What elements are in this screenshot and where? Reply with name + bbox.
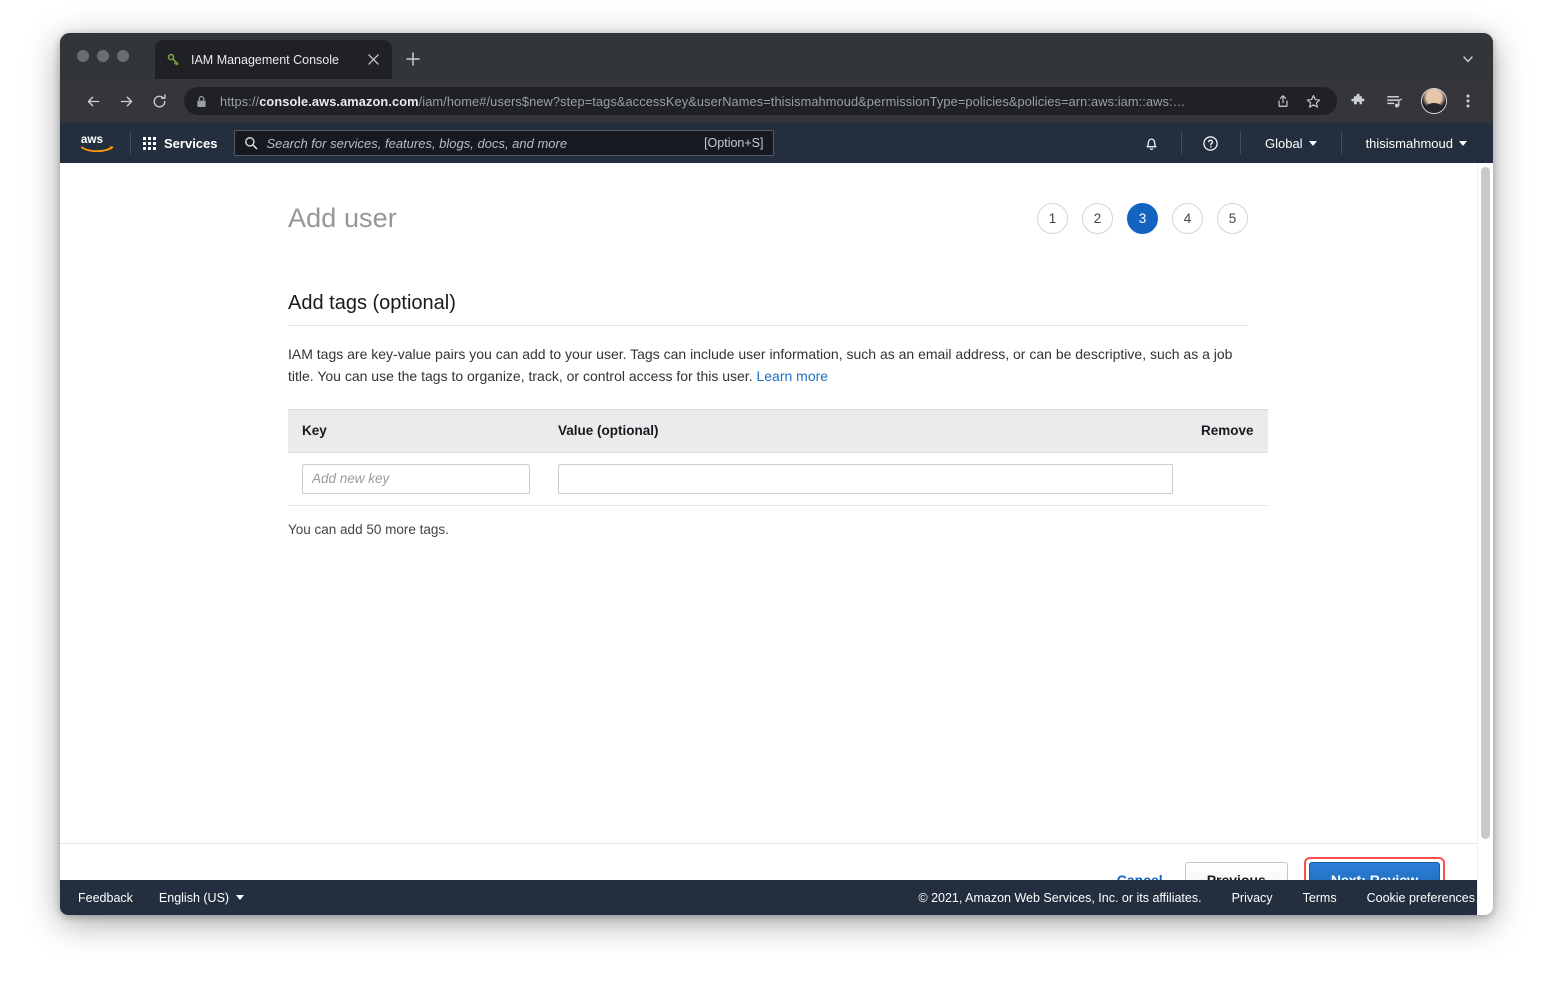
three-dot-menu-icon[interactable] (1453, 86, 1483, 116)
url-host: console.aws.amazon.com (259, 93, 419, 109)
region-label: Global (1264, 135, 1303, 151)
chevron-down-icon[interactable] (1457, 48, 1479, 70)
aws-logo[interactable]: aws (78, 132, 118, 154)
wizard-step-1[interactable]: 1 (1037, 203, 1068, 235)
grid-icon (143, 136, 156, 150)
star-icon[interactable] (1301, 89, 1325, 113)
reload-icon[interactable] (144, 86, 174, 116)
aws-nav-right-cluster: Global thisismahmoud (1135, 123, 1479, 163)
page-viewport: aws Services Search for services, featur… (60, 123, 1493, 915)
privacy-link[interactable]: Privacy (1232, 891, 1273, 905)
table-row (288, 452, 1268, 506)
wizard-step-2[interactable]: 2 (1082, 203, 1113, 235)
tag-value-input[interactable] (558, 463, 1173, 494)
tag-remove-cell (1187, 452, 1268, 506)
back-arrow-icon[interactable] (78, 86, 108, 116)
maximize-window-button[interactable] (117, 50, 129, 62)
tags-table: Key Value (optional) Remove (288, 408, 1268, 506)
aws-search-box[interactable]: Search for services, features, blogs, do… (233, 130, 774, 156)
page-content: Add user 1 2 3 4 5 Add tags (optional) I… (60, 163, 1493, 915)
column-header-remove: Remove (1187, 408, 1268, 453)
wizard-step-indicator: 1 2 3 4 5 (1037, 203, 1248, 235)
chevron-down-icon (1308, 140, 1317, 146)
key-icon (165, 52, 181, 68)
feedback-link[interactable]: Feedback (78, 891, 133, 905)
share-icon[interactable] (1271, 89, 1295, 113)
browser-window: IAM Management Console https://console.a… (60, 33, 1493, 915)
browser-tab[interactable]: IAM Management Console (155, 40, 392, 79)
address-bar-url: https://console.aws.amazon.com/iam/home#… (220, 94, 1265, 109)
vertical-scrollbar[interactable] (1477, 163, 1493, 915)
window-traffic-lights (77, 50, 129, 62)
new-tab-button[interactable] (401, 47, 425, 71)
search-icon (244, 136, 258, 150)
section-description: IAM tags are key-value pairs you can add… (288, 343, 1248, 387)
url-scheme: https:// (220, 93, 260, 109)
column-header-value: Value (optional) (544, 408, 1187, 453)
section-heading: Add tags (optional) (288, 292, 1248, 327)
language-label: English (US) (158, 890, 230, 905)
tags-table-body (288, 452, 1268, 506)
tags-remaining-text: You can add 50 more tags. (288, 521, 449, 537)
services-menu-button[interactable]: Services (143, 136, 218, 151)
footer-right-cluster: © 2021, Amazon Web Services, Inc. or its… (918, 891, 1475, 905)
browser-tab-title: IAM Management Console (191, 52, 339, 67)
question-circle-icon[interactable] (1194, 135, 1228, 152)
forward-arrow-icon[interactable] (111, 86, 141, 116)
scrollbar-thumb[interactable] (1481, 167, 1490, 839)
lock-icon (196, 95, 210, 108)
reading-list-icon[interactable] (1379, 86, 1409, 116)
tags-table-header-row: Key Value (optional) Remove (288, 408, 1268, 453)
terms-link[interactable]: Terms (1303, 891, 1337, 905)
avatar[interactable] (1421, 88, 1447, 114)
address-bar[interactable]: https://console.aws.amazon.com/iam/home#… (184, 87, 1337, 115)
aws-footer: Feedback English (US) © 2021, Amazon Web… (60, 880, 1493, 915)
close-icon[interactable] (365, 51, 382, 68)
svg-text:aws: aws (81, 133, 104, 146)
nav-divider (1340, 132, 1342, 154)
wizard-step-3[interactable]: 3 (1127, 203, 1158, 235)
region-selector[interactable]: Global (1253, 136, 1329, 151)
chevron-down-icon (236, 895, 245, 900)
tags-table-head: Key Value (optional) Remove (288, 408, 1268, 453)
account-label: thisismahmoud (1365, 135, 1453, 151)
scroll-content: Add user 1 2 3 4 5 Add tags (optional) I… (60, 163, 1493, 843)
minimize-window-button[interactable] (97, 50, 109, 62)
tag-key-cell (288, 452, 544, 506)
url-path: /iam/home#/users$new?step=tags&accessKey… (418, 93, 1186, 109)
cookie-preferences-link[interactable]: Cookie preferences (1367, 891, 1475, 905)
learn-more-link[interactable]: Learn more (756, 368, 828, 384)
close-window-button[interactable] (77, 50, 89, 62)
search-shortcut-hint: [Option+S] (704, 136, 764, 150)
puzzle-piece-icon[interactable] (1343, 86, 1373, 116)
account-menu[interactable]: thisismahmoud (1354, 136, 1479, 151)
page-title: Add user (288, 203, 397, 234)
nav-divider (1180, 132, 1182, 154)
services-label: Services (164, 135, 218, 151)
page-header: Add user 1 2 3 4 5 (288, 185, 1248, 252)
chevron-down-icon (1459, 140, 1467, 146)
nav-divider (1239, 132, 1241, 154)
column-header-key: Key (288, 408, 544, 453)
aws-top-navigation: aws Services Search for services, featur… (60, 123, 1493, 163)
copyright-text: © 2021, Amazon Web Services, Inc. or its… (918, 890, 1202, 905)
wizard-step-5[interactable]: 5 (1217, 203, 1248, 235)
tag-value-cell (544, 452, 1187, 506)
language-selector[interactable]: English (US) (158, 890, 245, 905)
wizard-step-4[interactable]: 4 (1172, 203, 1203, 235)
search-input[interactable]: Search for services, features, blogs, do… (267, 136, 705, 151)
browser-tab-strip: IAM Management Console (60, 33, 1493, 79)
tag-key-input[interactable] (302, 463, 530, 494)
browser-toolbar: https://console.aws.amazon.com/iam/home#… (60, 79, 1493, 123)
nav-divider (130, 132, 131, 154)
bell-icon[interactable] (1135, 135, 1169, 152)
